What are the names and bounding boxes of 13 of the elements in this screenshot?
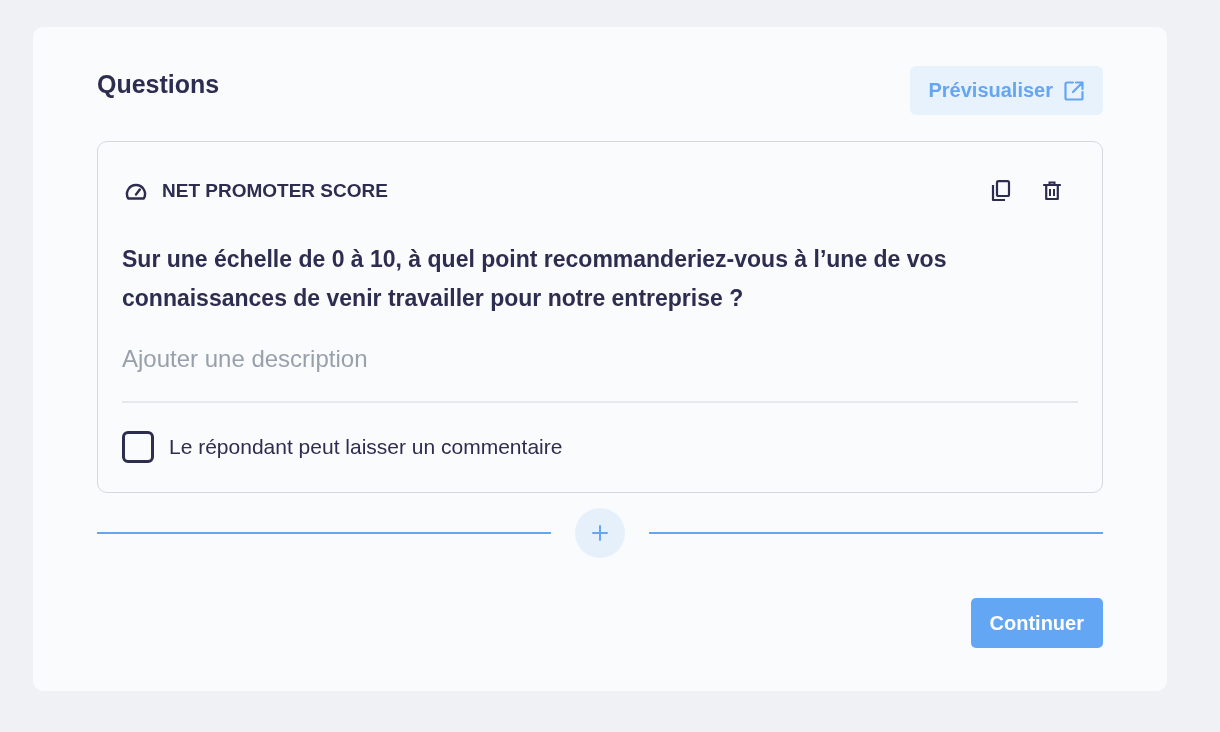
gauge-icon	[125, 182, 147, 200]
checkbox-label: Le répondant peut laisser un commentaire	[169, 435, 563, 459]
plus-icon	[592, 525, 608, 541]
trash-icon[interactable]	[1043, 181, 1061, 201]
question-text: Sur une échelle de 0 à 10, à quel point recommanderiez-vous à l’une de vos connaissances de venir travailler pour notre entreprise ?	[122, 245, 948, 313]
copy-icon[interactable]	[991, 180, 1011, 202]
continue-button[interactable]: Continuer	[970, 598, 1103, 648]
external-link-icon	[1064, 80, 1084, 101]
checkbox[interactable]	[122, 431, 154, 463]
description-field[interactable]: Ajouter une description	[122, 345, 1078, 403]
question-type-label: NET PROMOTER SCORE	[162, 180, 388, 202]
section-title: Questions	[97, 69, 220, 100]
preview-button[interactable]: Prévisualiser	[910, 66, 1103, 115]
